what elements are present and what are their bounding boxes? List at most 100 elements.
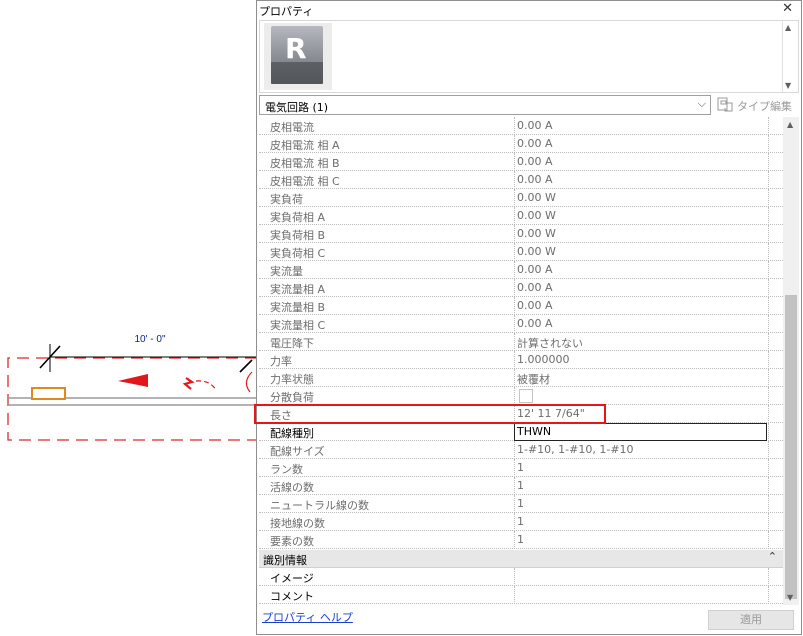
property-name: 接地線の数 — [270, 517, 325, 530]
dimension-label[interactable]: 10' - 0" — [128, 334, 172, 345]
property-row[interactable]: ラン数 1 — [259, 459, 783, 477]
home-run-arrow — [118, 374, 148, 387]
property-value: 1 — [517, 515, 524, 528]
property-name: 実負荷相 A — [270, 211, 326, 224]
property-name: 長さ — [270, 409, 292, 422]
edit-type-icon — [717, 97, 733, 112]
group-name: 識別情報 — [263, 554, 307, 567]
property-value: 0.00 A — [517, 119, 553, 132]
apply-button[interactable]: 適用 — [708, 610, 794, 630]
panel-footer: プロパティ ヘルプ 適用 — [257, 605, 801, 634]
type-image: R — [264, 23, 332, 90]
property-name: 実負荷相 B — [270, 229, 326, 242]
edit-type-label: タイプ編集 — [737, 100, 792, 113]
property-name: 実流量相 B — [270, 301, 326, 314]
property-value: 1-#10, 1-#10, 1-#10 — [517, 443, 634, 456]
property-name: ニュートラル線の数 — [270, 499, 369, 512]
property-name: 実流量相 A — [270, 283, 326, 296]
property-row[interactable]: 実負荷相 A 0.00 W — [259, 207, 783, 225]
distributed-load-checkbox[interactable] — [519, 389, 533, 403]
wire-type-value: THWN — [517, 425, 552, 438]
property-value: 1.000000 — [517, 353, 570, 366]
group-header-identity[interactable]: 識別情報 ⌃ — [259, 550, 783, 568]
property-value: 0.00 A — [517, 137, 553, 150]
properties-scrollbar[interactable]: ▲ ▼ — [783, 117, 799, 605]
property-row[interactable]: 実負荷 0.00 W — [259, 189, 783, 207]
drawing-canvas[interactable]: 10' - 0" — [0, 0, 257, 636]
property-value: 被覆材 — [517, 373, 550, 386]
scroll-down-icon[interactable]: ▼ — [785, 81, 791, 90]
property-row[interactable]: 実流量相 A 0.00 A — [259, 279, 783, 297]
panel-title: プロパティ — [259, 5, 314, 18]
property-row[interactable]: 要素の数 1 — [259, 531, 783, 549]
property-value: 0.00 A — [517, 155, 553, 168]
property-row[interactable]: 皮相電流 0.00 A — [259, 117, 783, 135]
dimension-tick-right — [239, 359, 253, 373]
property-row[interactable]: 皮相電流 相 B 0.00 A — [259, 153, 783, 171]
chevron-down-icon[interactable]: ⌵ — [698, 97, 706, 111]
property-row[interactable]: 電圧降下 計算されない — [259, 333, 783, 351]
property-value: 0.00 A — [517, 263, 553, 276]
collapse-icon[interactable]: ⌃ — [768, 550, 777, 563]
property-name: 実負荷 — [270, 193, 303, 206]
scroll-up-icon[interactable]: ▲ — [785, 23, 791, 32]
property-name: ラン数 — [270, 463, 303, 476]
type-selector-value: 電気回路 (1) — [265, 101, 329, 114]
device-box — [31, 387, 66, 400]
selector-row: 電気回路 (1) ⌵ タイプ編集 — [259, 95, 799, 117]
property-row[interactable]: 皮相電流 相 A 0.00 A — [259, 135, 783, 153]
property-name: 皮相電流 相 A — [270, 139, 340, 152]
wire-type-input[interactable]: THWN — [514, 423, 767, 441]
property-row[interactable]: 実負荷相 C 0.00 W — [259, 243, 783, 261]
circuit-arc — [195, 380, 217, 391]
properties-panel: プロパティ ✕ R ▲ ▼ 電気回路 (1) ⌵ タイプ編集 皮相電流 0.00… — [256, 0, 802, 635]
property-value: 0.00 W — [517, 209, 556, 222]
preview-scrollbar[interactable]: ▲ ▼ — [782, 21, 798, 92]
property-row-wire-type[interactable]: 配線種別 THWN — [259, 423, 783, 441]
property-row[interactable]: 接地線の数 1 — [259, 513, 783, 531]
property-row[interactable]: 力率 1.000000 — [259, 351, 783, 369]
properties-grid: 皮相電流 0.00 A 皮相電流 相 A 0.00 A 皮相電流 相 B 0.00 A… — [259, 117, 783, 605]
property-value: 1 — [517, 497, 524, 510]
property-row[interactable]: 分散負荷 — [259, 387, 783, 405]
property-name: 力率 — [270, 355, 292, 368]
property-row[interactable]: 実負荷相 B 0.00 W — [259, 225, 783, 243]
property-value: 計算されない — [517, 337, 583, 350]
property-name: 活線の数 — [270, 481, 314, 494]
property-value: 1 — [517, 479, 524, 492]
property-name: 実負荷相 C — [270, 247, 326, 260]
property-value: 0.00 A — [517, 299, 553, 312]
property-row[interactable]: 実流量相 C 0.00 A — [259, 315, 783, 333]
scroll-up-icon[interactable]: ▲ — [787, 120, 793, 129]
property-row[interactable]: 活線の数 1 — [259, 477, 783, 495]
property-row-length[interactable]: 長さ 12' 11 7/64" — [259, 405, 783, 423]
property-row[interactable]: 力率状態 被覆材 — [259, 369, 783, 387]
property-row[interactable]: 皮相電流 相 C 0.00 A — [259, 171, 783, 189]
property-name: 皮相電流 相 C — [270, 175, 340, 188]
property-value: 0.00 A — [517, 173, 553, 186]
property-value: 12' 11 7/64" — [517, 407, 585, 420]
panel-titlebar[interactable]: プロパティ ✕ — [257, 1, 801, 19]
property-value: 0.00 W — [517, 191, 556, 204]
property-name: 皮相電流 — [270, 121, 314, 134]
property-name: 実流量相 C — [270, 319, 326, 332]
revit-logo-icon: R — [271, 26, 323, 84]
property-name: 皮相電流 相 B — [270, 157, 340, 170]
edit-type-button[interactable]: タイプ編集 — [715, 95, 799, 115]
property-row[interactable]: コメント — [259, 586, 783, 604]
property-row[interactable]: 実流量 0.00 A — [259, 261, 783, 279]
property-row[interactable]: ニュートラル線の数 1 — [259, 495, 783, 513]
property-row[interactable]: イメージ — [259, 568, 783, 586]
property-row[interactable]: 実流量相 B 0.00 A — [259, 297, 783, 315]
property-value: 0.00 W — [517, 245, 556, 258]
property-name: 力率状態 — [270, 373, 314, 386]
scroll-down-icon[interactable]: ▼ — [787, 593, 793, 602]
scrollbar-thumb[interactable] — [785, 295, 797, 599]
properties-help-link[interactable]: プロパティ ヘルプ — [262, 609, 353, 625]
close-icon[interactable]: ✕ — [782, 1, 793, 16]
property-row[interactable]: 配線サイズ 1-#10, 1-#10, 1-#10 — [259, 441, 783, 459]
type-preview: R ▲ ▼ — [259, 20, 799, 93]
property-name: 配線種別 — [270, 427, 314, 440]
type-selector[interactable]: 電気回路 (1) ⌵ — [259, 95, 711, 115]
property-value: 0.00 A — [517, 281, 553, 294]
